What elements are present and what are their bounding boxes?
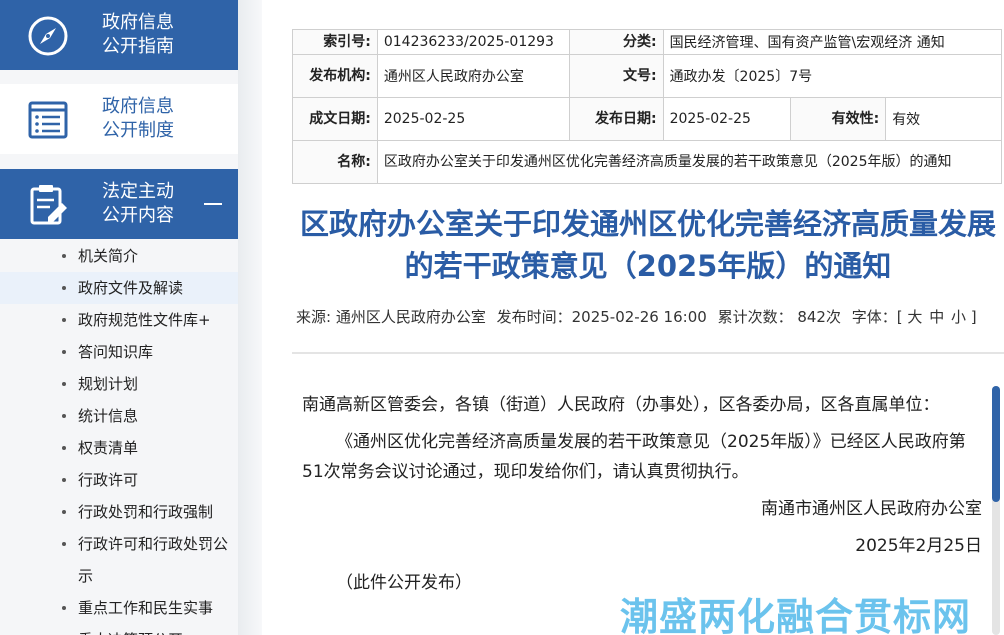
- article-source: 来源: 通州区人民政府办公室: [296, 308, 486, 326]
- sidebar-item[interactable]: 规划计划: [0, 368, 238, 400]
- salutation: 南通高新区管委会，各镇（街道）人民政府（办事处），区各委办局，区各直属单位：: [302, 395, 940, 415]
- font-size-medium-link[interactable]: 中: [929, 308, 944, 326]
- sidebar-section-system[interactable]: 政府信息 公开制度: [0, 84, 238, 154]
- sidebar-item[interactable]: 政府文件及解读: [0, 272, 238, 304]
- article-views: 累计次数： 842次: [717, 308, 841, 326]
- meta-label: 发布机构:: [292, 54, 378, 98]
- document-meta-table: 索引号: 014236233/2025-01293 分类: 国民经济管理、国有资…: [292, 29, 1003, 184]
- article-info-line: 来源: 通州区人民政府办公室 发布时间：2025-02-26 16:00 累计次…: [296, 308, 977, 326]
- sidebar-section-guide[interactable]: 政府信息 公开指南: [0, 0, 238, 70]
- meta-label: 分类:: [568, 29, 664, 55]
- sidebar-section-title: 政府信息 公开制度: [102, 96, 174, 141]
- sidebar-section-title: 政府信息 公开指南: [102, 12, 174, 57]
- sidebar-item[interactable]: 政府规范性文件库+: [0, 304, 238, 336]
- document-date: 2025年2月25日: [855, 536, 982, 556]
- meta-value: 通政办发〔2025〕7号: [662, 54, 1003, 98]
- sidebar-item[interactable]: 权责清单: [0, 432, 238, 464]
- article-title: 区政府办公室关于印发通州区优化完善经济高质量发展的若干政策意见（2025年版）的…: [299, 207, 996, 283]
- font-size-label: 字体：: [851, 308, 897, 326]
- sidebar-item[interactable]: 行政许可和行政处罚公示: [0, 528, 238, 592]
- article-body: 南通高新区管委会，各镇（街道）人民政府（办事处），区各委办局，区各直属单位： 《…: [302, 390, 982, 605]
- collapse-icon[interactable]: [204, 203, 222, 205]
- watermark: 潮盛两化融合贯标网: [620, 595, 972, 635]
- sidebar-item[interactable]: 重大决策预公开: [0, 624, 238, 635]
- scrollbar-thumb[interactable]: [992, 386, 1000, 502]
- meta-value: 2025-02-25: [662, 97, 792, 141]
- sidebar-sub-list: 机关简介 政府文件及解读 政府规范性文件库+ 答问知识库 规划计划 统计信息 权…: [0, 240, 238, 635]
- meta-label: 文号:: [568, 54, 664, 98]
- sidebar-divider: [238, 0, 262, 635]
- meta-value: 014236233/2025-01293: [376, 29, 570, 55]
- meta-value: 区政府办公室关于印发通州区优化完善经济高质量发展的若干政策意见（2025年版）的…: [376, 140, 1003, 184]
- meta-label: 发布日期:: [568, 97, 664, 141]
- sidebar-section-title: 法定主动 公开内容: [102, 181, 174, 226]
- separator: [292, 352, 1004, 354]
- main-content: 索引号: 014236233/2025-01293 分类: 国民经济管理、国有资…: [262, 0, 1004, 635]
- meta-label: 有效性:: [790, 97, 887, 141]
- compass-icon: [28, 16, 68, 56]
- meta-label: 名称:: [292, 140, 378, 184]
- sidebar-item[interactable]: 答问知识库: [0, 336, 238, 368]
- body-paragraph: 《通州区优化完善经济高质量发展的若干政策意见（2025年版）》已经区人民政府第5…: [302, 432, 966, 482]
- meta-value: 通州区人民政府办公室: [376, 54, 570, 98]
- sidebar-item[interactable]: 行政许可: [0, 464, 238, 496]
- meta-label: 成文日期:: [292, 97, 378, 141]
- meta-label: 索引号:: [292, 29, 378, 55]
- font-size-small-link[interactable]: 小: [951, 308, 966, 326]
- clipboard-edit-icon: [30, 185, 67, 225]
- article-time: 发布时间：2025-02-26 16:00: [496, 308, 707, 326]
- sidebar-item[interactable]: 统计信息: [0, 400, 238, 432]
- font-size-large-link[interactable]: 大: [907, 308, 922, 326]
- sidebar: 政府信息 公开指南 政府信息 公开制度 法定主动 公开内容 机关简介 政府文件及…: [0, 0, 238, 635]
- signature: 南通市通州区人民政府办公室: [761, 499, 982, 519]
- sidebar-item[interactable]: 行政处罚和行政强制: [0, 496, 238, 528]
- meta-value: 国民经济管理、国有资产监管\宏观经济 通知: [662, 29, 1003, 55]
- sidebar-item[interactable]: 重点工作和民生实事: [0, 592, 238, 624]
- sidebar-item[interactable]: 机关简介: [0, 240, 238, 272]
- list-document-icon: [28, 101, 68, 139]
- meta-value: 2025-02-25: [376, 97, 570, 141]
- sidebar-section-content[interactable]: 法定主动 公开内容: [0, 169, 238, 239]
- meta-value: 有效: [885, 97, 1002, 141]
